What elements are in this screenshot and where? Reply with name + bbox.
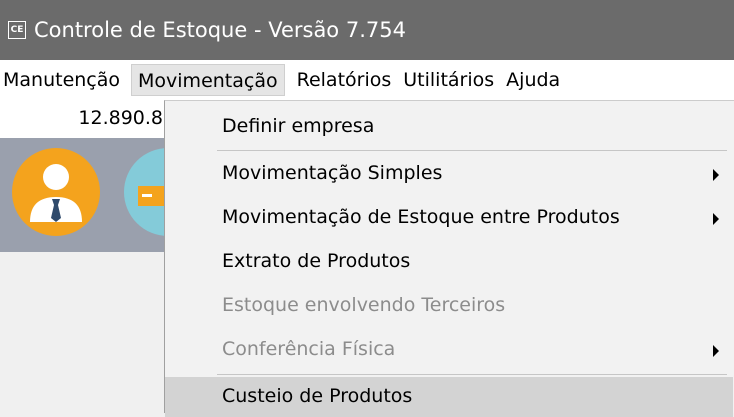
- menu-item-label: Movimentação de Estoque entre Produtos: [222, 206, 620, 228]
- menu-item-label: Conferência Física: [222, 338, 396, 360]
- movimentacao-dropdown: Definir empresa Movimentação Simples Mov…: [164, 100, 734, 417]
- menu-item-extrato-produtos[interactable]: Extrato de Produtos: [165, 242, 733, 282]
- menu-item-label: Estoque envolvendo Terceiros: [222, 294, 506, 316]
- title-bar: CE Controle de Estoque - Versão 7.754: [0, 0, 734, 60]
- menu-separator: [217, 150, 727, 151]
- menu-item-label: Definir empresa: [222, 115, 375, 137]
- menu-ajuda[interactable]: Ajuda: [500, 64, 566, 96]
- menu-item-movimentacao-simples[interactable]: Movimentação Simples: [165, 154, 733, 194]
- value-text: 12.890.8: [78, 107, 163, 129]
- user-avatar-icon[interactable]: [12, 148, 100, 236]
- menu-item-estoque-terceiros: Estoque envolvendo Terceiros: [165, 286, 733, 326]
- document-shape-icon: [138, 186, 164, 206]
- menu-item-movimentacao-entre-produtos[interactable]: Movimentação de Estoque entre Produtos: [165, 198, 733, 238]
- menu-item-label: Extrato de Produtos: [222, 250, 411, 272]
- menu-manutencao[interactable]: Manutenção: [0, 64, 131, 96]
- menu-item-label: Custeio de Produtos: [222, 385, 413, 407]
- submenu-arrow-icon: [713, 345, 719, 357]
- menu-utilitarios[interactable]: Utilitários: [397, 64, 500, 96]
- window-title: Controle de Estoque - Versão 7.754: [34, 18, 406, 42]
- toolbar-strip: [0, 138, 212, 252]
- user-silhouette-icon: [30, 164, 82, 222]
- main-content: [0, 138, 212, 413]
- app-icon: CE: [8, 21, 26, 39]
- menu-item-conferencia-fisica: Conferência Física: [165, 330, 733, 370]
- submenu-arrow-icon: [713, 169, 719, 181]
- menu-item-custeio-produtos[interactable]: Custeio de Produtos: [165, 377, 733, 417]
- menu-item-definir-empresa[interactable]: Definir empresa: [165, 107, 733, 147]
- menu-relatorios[interactable]: Relatórios: [291, 64, 398, 96]
- value-field: 12.890.8: [0, 100, 165, 138]
- submenu-arrow-icon: [713, 213, 719, 225]
- menu-movimentacao[interactable]: Movimentação: [131, 64, 285, 96]
- menu-item-label: Movimentação Simples: [222, 162, 443, 184]
- menu-separator: [217, 374, 727, 375]
- menu-bar: Manutenção Movimentação Relatórios Utili…: [0, 60, 734, 100]
